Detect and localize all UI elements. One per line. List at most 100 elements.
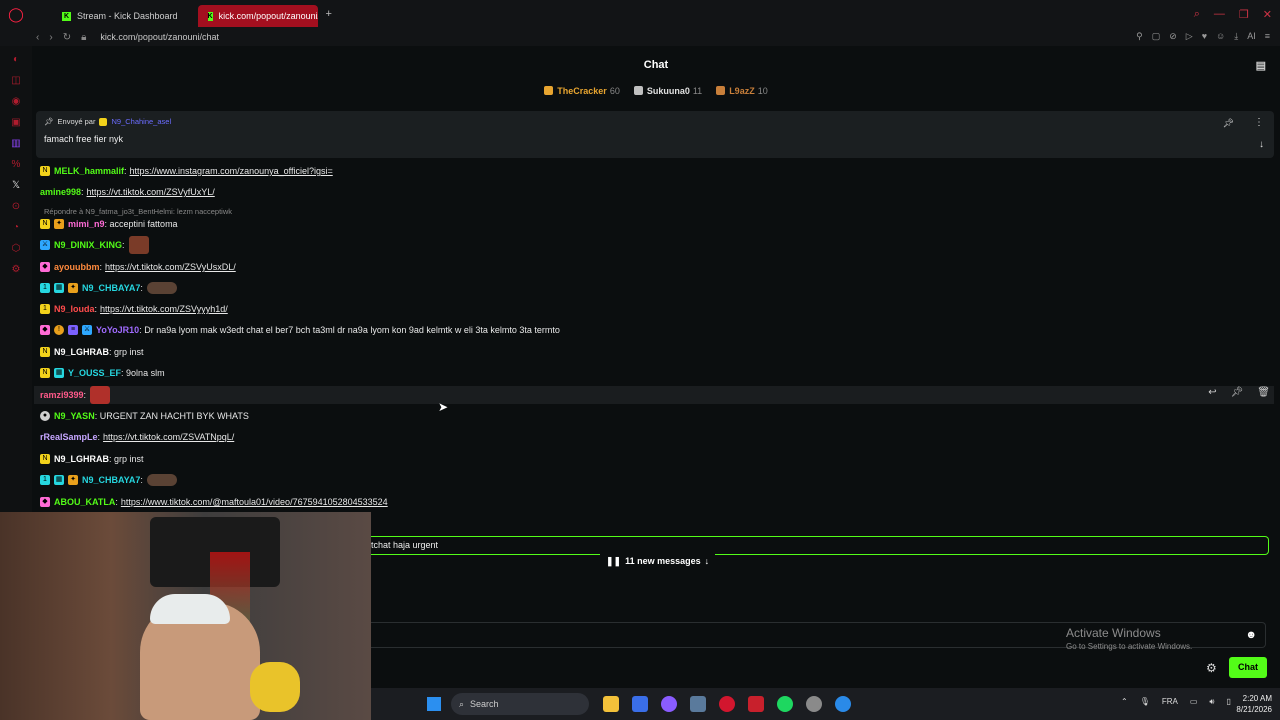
heart-icon[interactable]: ♥ [1202,31,1207,42]
chat-message[interactable]: N ▦ Y_OUSS_EF: 9olna slm [40,364,1272,382]
chat-message[interactable]: ● N9_YASN: URGENT ZAN HACHTI BYK WHATS [40,407,1272,425]
screenshot-icon[interactable]: ▢ [1152,31,1161,42]
message-username[interactable]: mimi_n9 [68,219,105,229]
emoji-icon[interactable]: ☻ [1245,629,1257,641]
message-username[interactable]: amine998 [40,187,81,197]
new-messages-button[interactable]: ❚❚ 11 new messages ↓ [600,554,716,568]
message-username[interactable]: rRealSampLe [40,432,98,442]
forward-icon[interactable]: › [49,32,52,43]
extensions-icon[interactable]: ⬡ [11,243,21,255]
back-icon[interactable]: ‹ [36,32,39,43]
store-icon[interactable] [632,696,648,712]
chat-settings-icon[interactable]: ⚙ [1206,661,1217,675]
player-icon[interactable]: ▷ [1186,31,1193,42]
media-icon[interactable]: ▣ [11,117,21,129]
message-link[interactable]: https://vt.tiktok.com/ZSVyUsxDL/ [105,262,236,272]
message-username[interactable]: N9_LGHRAB [54,347,109,357]
message-link[interactable]: https://www.instagram.com/zanounya_offic… [130,166,333,176]
spotify-icon[interactable] [777,696,793,712]
message-username[interactable]: ABOU_KATLA [54,497,115,507]
opera-logo-icon[interactable]: ◯ [0,0,32,28]
chevron-up-icon[interactable]: ⌃ [1121,697,1128,707]
aria-icon[interactable]: ◐ [11,54,21,66]
chat-message[interactable]: N ✦ mimi_n9: acceptini fattoma [40,215,1272,233]
chat-message[interactable]: 1 ▦ ✦ N9_CHBAYA7: [40,471,1272,489]
message-username[interactable]: N9_DINIX_KING [54,240,122,250]
messenger-icon[interactable]: ◉ [11,96,21,108]
percent-icon[interactable]: % [11,159,21,171]
chat-message[interactable]: N N9_LGHRAB: grp inst [40,343,1272,361]
new-tab-icon[interactable]: + [326,8,332,20]
maximize-icon[interactable]: ❐ [1239,8,1249,21]
message-link[interactable]: https://vt.tiktok.com/ZSVATNpqL/ [103,432,234,442]
message-username[interactable]: N9_CHBAYA7 [82,283,140,293]
message-username[interactable]: ayouubbm [54,262,100,272]
chat-message[interactable]: ◆ ! ≡ ⚔ YoYoJR10: Dr na9a lyom mak w3edt… [40,321,1272,339]
taskbar-search[interactable]: ⌕ Search [451,693,589,715]
chat-message[interactable]: N N9_LGHRAB: grp inst [40,450,1272,468]
chat-message[interactable]: 1 N9_louda: https://vt.tiktok.com/ZSVyyy… [40,300,1272,318]
pin-message-icon[interactable]: 📌︎ [1231,387,1244,398]
message-username[interactable]: N9_YASN [54,411,95,421]
account-icon[interactable]: ☺ [1216,31,1225,42]
reload-icon[interactable]: ↻ [63,32,71,43]
file-explorer-icon[interactable] [603,696,619,712]
send-chat-button[interactable]: Chat [1229,657,1267,678]
delete-icon[interactable]: 🗑︎ [1257,387,1270,398]
chat-message[interactable]: rRealSampLe: https://vt.tiktok.com/ZSVAT… [40,428,1272,446]
message-username[interactable]: N9_LGHRAB [54,454,109,464]
chat-message[interactable]: ⚔ N9_DINIX_KING: [40,236,1272,254]
steam-icon[interactable] [806,696,822,712]
message-username[interactable]: MELK_hammalif [54,166,124,176]
mic-icon[interactable]: 🎙︎ [1140,697,1150,707]
tab-stream-dashboard[interactable]: K Stream - Kick Dashboard [52,5,188,27]
history-icon[interactable]: ◔ [11,222,21,234]
twitch-icon[interactable]: ▥ [11,138,21,150]
message-username[interactable]: N9_CHBAYA7 [82,475,140,485]
leader-item[interactable]: Sukuuna0 11 [633,86,702,100]
close-icon[interactable]: ✕ [1263,8,1272,21]
taskbar-clock[interactable]: 2:20 AM 8/21/2026 [1236,693,1272,715]
tab-kick-chat[interactable]: K kick.com/popout/zanouni/c [197,5,318,27]
copilot-icon[interactable] [661,696,677,712]
ai-button[interactable]: AI [1247,31,1256,42]
chat-message[interactable]: amine998: https://vt.tiktok.com/ZSVyfUxY… [40,183,1272,201]
chat-message[interactable]: ◆ ayouubbm: https://vt.tiktok.com/ZSVyUs… [40,258,1272,276]
message-username[interactable]: ramzi9399 [40,390,84,400]
unpin-icon[interactable]: 📌︎ [1223,118,1234,129]
app-red-icon[interactable] [748,696,764,712]
message-username[interactable]: N9_louda [54,304,95,314]
windows-start-icon[interactable] [427,697,441,711]
more-options-icon[interactable]: ⋮ [1254,117,1264,128]
volume-icon[interactable]: 🔊︎ [1209,697,1214,707]
chat-message[interactable]: 1 ▦ ✦ N9_CHBAYA7: [40,279,1272,297]
chrome-icon[interactable] [835,696,851,712]
network-icon[interactable]: ▭ [1190,697,1198,707]
player-sidebar-icon[interactable]: ⊙ [11,201,21,213]
leader-item[interactable]: L9azZ 10 [716,86,768,100]
chat-message[interactable]: N MELK_hammalif: https://www.instagram.c… [40,162,1272,180]
download-icon[interactable]: ⤓ [1234,31,1238,42]
layout-icon[interactable]: ▤ [1256,59,1266,72]
message-username[interactable]: Y_OUSS_EF [68,368,121,378]
message-link[interactable]: https://vt.tiktok.com/ZSVyfUxYL/ [87,187,215,197]
x-icon[interactable]: 𝕏 [11,180,21,192]
calculator-icon[interactable] [690,696,706,712]
search-tabs-icon[interactable]: ⌕ [1194,8,1200,21]
language-indicator[interactable]: FRA [1162,697,1178,707]
minimize-icon[interactable]: — [1214,8,1225,21]
message-link[interactable]: https://vt.tiktok.com/ZSVyyyh1d/ [100,304,228,314]
url-field[interactable]: kick.com/popout/zanouni/chat [100,32,219,42]
pinned-username[interactable]: N9_Chahine_asel [111,117,171,126]
opera-taskbar-icon[interactable] [719,696,735,712]
menu-icon[interactable]: ≡ [1265,31,1270,42]
reply-icon[interactable]: ↩ [1208,387,1216,398]
workspace-icon[interactable]: ◫ [11,75,21,87]
leader-item[interactable]: TheCracker 60 [544,86,620,100]
adblock-icon[interactable]: ⊘ [1169,31,1177,42]
settings-sidebar-icon[interactable]: ⚙ [11,264,21,276]
expand-down-icon[interactable]: ↓ [1259,139,1264,150]
message-username[interactable]: YoYoJR10 [96,325,139,335]
message-link[interactable]: https://www.tiktok.com/@maftoula01/video… [121,497,388,507]
battery-icon[interactable]: ▯ [1226,697,1230,707]
